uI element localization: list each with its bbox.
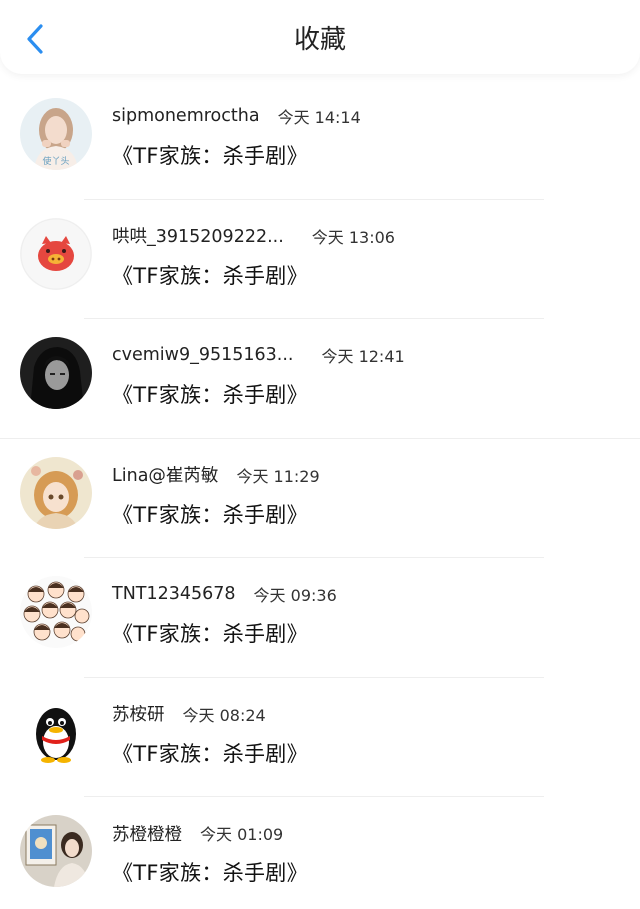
list-item[interactable]: 使丫头 sipmonemroctha 今天 14:14 《TF家族：杀手剧》 (0, 80, 640, 200)
avatar[interactable] (20, 456, 92, 529)
favorite-title[interactable]: 《TF家族：杀手剧》 (112, 738, 308, 768)
avatar[interactable] (20, 815, 92, 887)
username[interactable]: 苏桉研 (112, 701, 165, 726)
avatar[interactable] (20, 337, 92, 409)
favorite-title[interactable]: 《TF家族：杀手剧》 (112, 260, 308, 290)
username[interactable]: sipmonemroctha (112, 106, 260, 126)
nav-bar: 收藏 (0, 0, 640, 74)
avatar[interactable] (20, 576, 92, 648)
favorite-title[interactable]: 《TF家族：杀手剧》 (112, 140, 308, 170)
timestamp: 今天 08:24 (182, 705, 266, 725)
timestamp: 今天 14:14 (277, 108, 361, 127)
list-item[interactable]: 苏橙橙橙 今天 01:09 《TF家族：杀手剧》 (0, 797, 640, 909)
pig-icon (20, 217, 92, 290)
photo-painting-icon (20, 815, 92, 887)
avatar[interactable] (20, 217, 92, 290)
favorite-title[interactable]: 《TF家族：杀手剧》 (112, 857, 308, 887)
favorites-page: 收藏 使丫头 sipmonemroctha 今天 14:14 《TF家族：杀手剧… (0, 0, 640, 909)
list-item[interactable]: Lina@崔芮敏 今天 11:29 《TF家族：杀手剧》 (0, 439, 640, 558)
username[interactable]: 哄哄_3915209222... (112, 223, 284, 248)
avatar-photo-girl-icon: 使丫头 (20, 98, 92, 170)
username[interactable]: TNT12345678 (112, 584, 236, 604)
favorite-title[interactable]: 《TF家族：杀手剧》 (112, 618, 308, 648)
avatar[interactable] (20, 695, 92, 768)
anime-girl-icon (20, 456, 92, 529)
avatar-caption: 使丫头 (42, 155, 69, 167)
page-title: 收藏 (293, 25, 346, 55)
username[interactable]: Lina@崔芮敏 (112, 462, 218, 487)
dark-anime-icon (20, 337, 92, 409)
cartoon-group-icon (20, 576, 92, 648)
timestamp: 今天 09:36 (253, 586, 337, 605)
favorite-title[interactable]: 《TF家族：杀手剧》 (112, 499, 308, 529)
timestamp: 今天 11:29 (236, 466, 320, 486)
username[interactable]: 苏橙橙橙 (112, 821, 182, 846)
list-item[interactable]: 哄哄_3915209222... 今天 13:06 《TF家族：杀手剧》 (0, 200, 640, 319)
list-item[interactable]: 苏桉研 今天 08:24 《TF家族：杀手剧》 (0, 678, 640, 797)
penguin-icon (20, 695, 92, 768)
list-item[interactable]: TNT12345678 今天 09:36 《TF家族：杀手剧》 (0, 558, 640, 678)
list-item[interactable]: cvemiw9_9515163... 今天 12:41 《TF家族：杀手剧》 (0, 319, 640, 439)
favorite-title[interactable]: 《TF家族：杀手剧》 (112, 379, 308, 409)
timestamp: 今天 12:41 (321, 347, 405, 366)
username[interactable]: cvemiw9_9515163... (112, 345, 293, 365)
timestamp: 今天 13:06 (311, 227, 395, 247)
avatar[interactable]: 使丫头 (20, 98, 92, 170)
timestamp: 今天 01:09 (200, 825, 284, 844)
favorites-list: 使丫头 sipmonemroctha 今天 14:14 《TF家族：杀手剧》 哄… (0, 80, 640, 909)
